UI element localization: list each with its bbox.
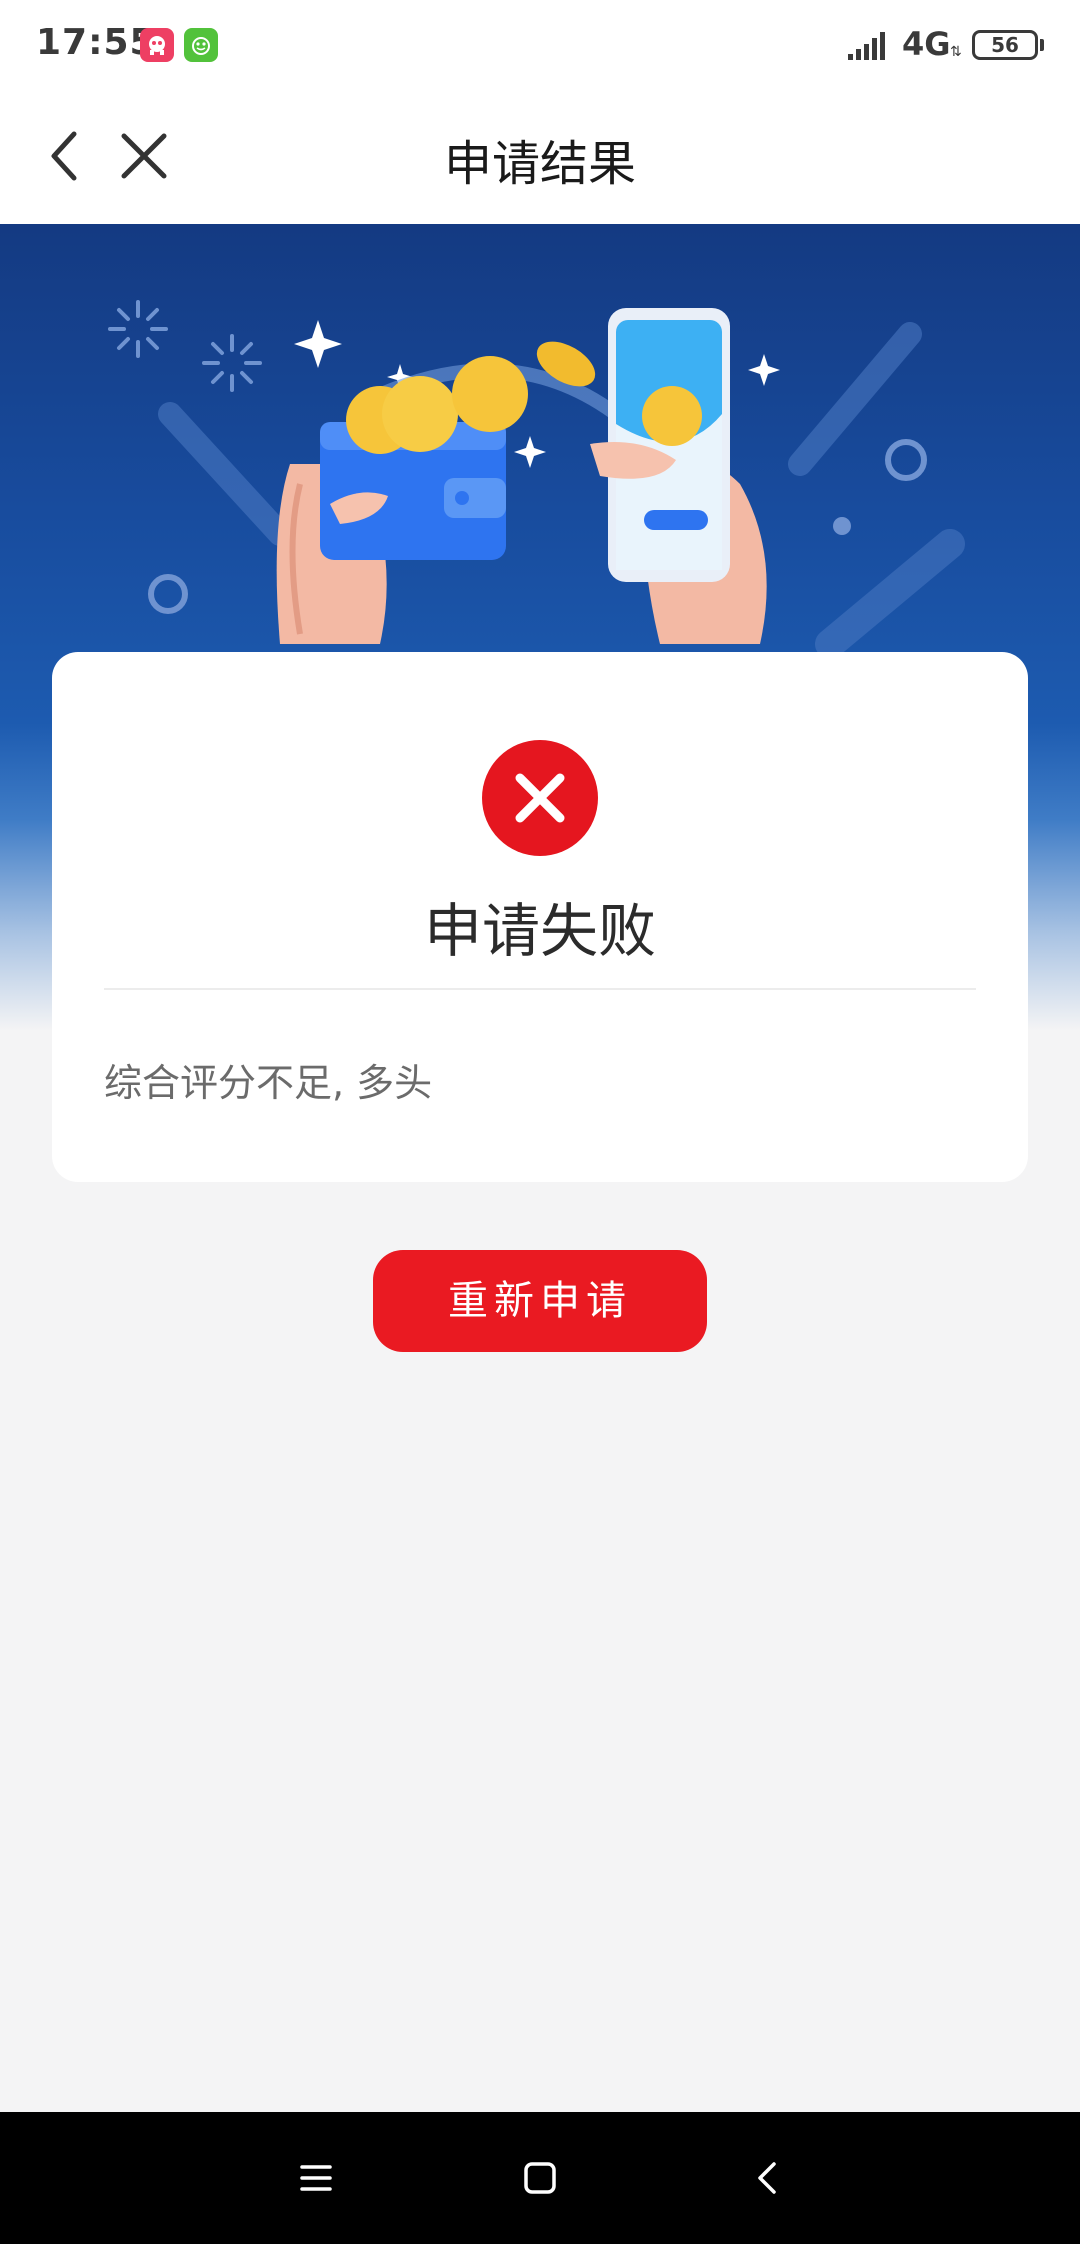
frog-app-icon: [184, 28, 218, 62]
network-type: 4G: [902, 25, 951, 63]
system-nav-bar: [0, 2112, 1080, 2244]
status-time: 17:55: [36, 22, 156, 63]
page-title: 申请结果: [443, 136, 636, 192]
battery-level: 56: [972, 30, 1038, 60]
failure-reason: 综合评分不足, 多头: [104, 1061, 433, 1105]
signal-icon: [848, 32, 885, 60]
battery-tip: [1040, 39, 1044, 51]
result-card: 申请失败 综合评分不足, 多头: [52, 652, 1028, 1182]
status-bar: 17:55 4G ⇅ 56: [0, 0, 1080, 88]
elephant-app-icon: [140, 28, 174, 62]
home-icon[interactable]: [514, 2152, 566, 2204]
retry-button[interactable]: 重新申请: [373, 1250, 707, 1352]
error-x-icon: [482, 740, 598, 856]
data-arrows-icon: ⇅: [950, 44, 962, 60]
divider: [104, 988, 976, 990]
back-icon[interactable]: [742, 2152, 794, 2204]
menu-icon[interactable]: [290, 2152, 342, 2204]
nav-bar: 申请结果: [0, 88, 1080, 224]
result-title: 申请失败: [423, 897, 656, 965]
